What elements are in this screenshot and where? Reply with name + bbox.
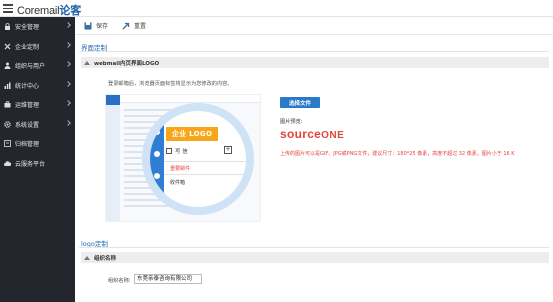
enterprise-logo-sample: 企业 LOGO: [166, 127, 218, 141]
divider: [79, 51, 549, 52]
pencil-icon: [166, 148, 172, 154]
hamburger-menu-icon[interactable]: [3, 4, 13, 13]
briefcase-icon: [4, 101, 11, 108]
chevron-right-icon: [65, 61, 71, 67]
org-name-input[interactable]: 东莞亲泰咨询有限公司: [134, 274, 202, 284]
save-button[interactable]: 保存: [84, 21, 108, 30]
sidebar-item-users[interactable]: 组织与用户: [0, 56, 75, 76]
magnifier-circle: 企业 LOGO 写 信 + 重要邮件 收件箱: [142, 103, 254, 215]
toolbar: 保存 重置: [75, 17, 553, 35]
collapse-arrow-icon: [84, 255, 90, 260]
save-icon: [84, 22, 92, 29]
subheader-label: 组织名称: [94, 255, 117, 262]
sidebar-item-archive[interactable]: 归档管理: [0, 134, 75, 154]
preview-label: 图片预览:: [280, 119, 303, 125]
menu-important: 重要邮件: [170, 166, 191, 172]
subheader-webmail-logo[interactable]: webmail内页界面LOGO: [81, 57, 549, 68]
sidebar-item-operations[interactable]: 运维管理: [0, 95, 75, 115]
sidebar-item-statistics[interactable]: 统计中心: [0, 76, 75, 96]
chevron-right-icon: [65, 41, 71, 48]
uploaded-logo-preview: sourceONE: [280, 127, 345, 141]
upload-requirements-text: 上传的图片可以是GIF、JPG或PNG文件，建议尺寸：180*25 像素，高度不…: [280, 151, 515, 157]
menu-inbox: 收件箱: [170, 180, 186, 186]
top-bar: Coremail论客: [0, 0, 553, 17]
chevron-right-icon: [65, 22, 71, 28]
lock-icon: [4, 23, 11, 31]
sidebar-item-settings[interactable]: 系统设置: [0, 115, 75, 135]
sidebar-item-label: 系统设置: [15, 121, 40, 129]
compose-sample: 写 信: [166, 147, 188, 155]
org-name-label: 组织名称:: [108, 278, 131, 284]
sidebar-item-label: 运维管理: [15, 102, 40, 110]
sidebar-item-security[interactable]: 安全管理: [0, 17, 75, 37]
sidebar-item-label: 组织与用户: [15, 63, 46, 71]
chevron-right-icon: [65, 80, 71, 87]
bar-chart-icon: [4, 82, 11, 89]
sidebar-item-customization[interactable]: 企业定制: [0, 37, 75, 57]
gear-icon: [4, 120, 11, 128]
subheader-org-name[interactable]: 组织名称: [81, 252, 549, 263]
chevron-right-icon: [65, 119, 71, 126]
sidebar-item-cloud[interactable]: 云服务平台: [0, 154, 75, 174]
sidebar-item-label: 企业定制: [15, 43, 40, 51]
reset-button[interactable]: 重置: [122, 21, 146, 30]
users-icon: [4, 62, 11, 70]
tools-icon: [4, 43, 11, 50]
sidebar-item-label: 云服务平台: [15, 160, 46, 168]
archive-icon: [4, 140, 11, 148]
choose-file-button[interactable]: 选择文件: [280, 97, 320, 108]
sidebar: 安全管理 企业定制 组织与用户 统计中心 运维管理 系统设置 归档管理 云服务平…: [0, 17, 75, 302]
plus-icon: +: [224, 146, 232, 154]
reset-arrow-icon: [122, 22, 130, 29]
hint-text: 登录邮箱后，浏览器页面标签将显示为您修改的内容。: [108, 81, 233, 87]
save-label: 保存: [96, 23, 109, 30]
collapse-arrow-icon: [84, 60, 90, 65]
reset-label: 重置: [134, 23, 147, 30]
brand-logo: Coremail论客: [17, 5, 82, 17]
chevron-right-icon: [65, 100, 71, 106]
cloud-icon: [4, 160, 12, 167]
sidebar-item-label: 统计中心: [15, 82, 40, 90]
divider: [79, 247, 549, 248]
sidebar-item-label: 安全管理: [15, 24, 40, 32]
sidebar-item-label: 归档管理: [15, 141, 40, 149]
subheader-label: webmail内页界面LOGO: [94, 60, 160, 67]
